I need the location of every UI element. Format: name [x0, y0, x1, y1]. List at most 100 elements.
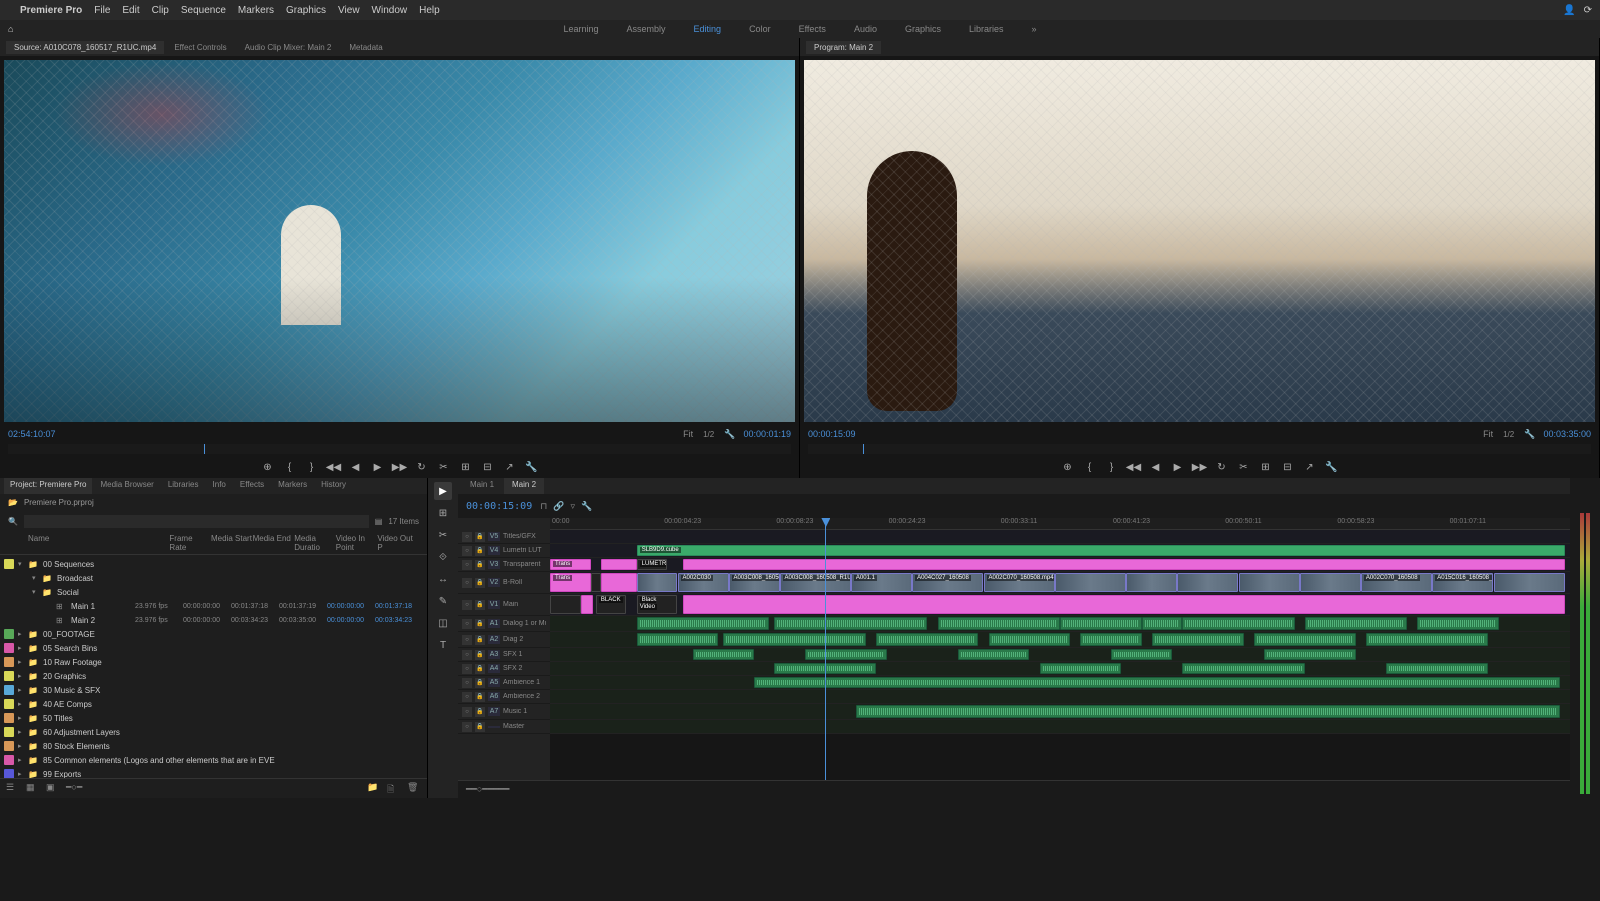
- mute-toggle[interactable]: ○: [462, 578, 472, 588]
- bin-row[interactable]: ⊞Main 223.976 fps00:00:00:0000:03:34:230…: [0, 613, 427, 627]
- tool-7[interactable]: T: [434, 636, 452, 654]
- clip[interactable]: A002C030: [678, 573, 729, 592]
- clip[interactable]: [1126, 573, 1177, 592]
- track-V1[interactable]: BLACKBlack Video: [550, 594, 1570, 616]
- track-header-A1[interactable]: ○🔒A1Dialog 1 or Music: [458, 616, 550, 632]
- track-A3[interactable]: [550, 648, 1570, 662]
- track-number[interactable]: V5: [488, 532, 500, 541]
- clip[interactable]: [550, 595, 581, 614]
- clip[interactable]: [1386, 663, 1488, 674]
- list-view-icon[interactable]: ☰: [6, 782, 20, 796]
- clip[interactable]: [637, 617, 770, 630]
- clip[interactable]: Trans: [550, 573, 591, 592]
- settings-icon[interactable]: 🔧: [1524, 429, 1535, 440]
- caret-icon[interactable]: ▸: [18, 714, 28, 722]
- clip[interactable]: [1080, 633, 1141, 646]
- caret-icon[interactable]: ▾: [18, 560, 28, 568]
- clip[interactable]: [683, 559, 1565, 570]
- track-number[interactable]: A5: [488, 678, 500, 687]
- lock-toggle[interactable]: 🔒: [475, 664, 485, 674]
- caret-icon[interactable]: ▸: [18, 756, 28, 764]
- track-A5[interactable]: [550, 676, 1570, 690]
- source-resolution[interactable]: 1/2: [703, 430, 714, 439]
- bin-row[interactable]: ▸📁10 Raw Footage: [0, 655, 427, 669]
- clip[interactable]: [637, 573, 678, 592]
- transport-btn-6[interactable]: ▶▶: [392, 459, 408, 475]
- workspace-libraries[interactable]: Libraries: [965, 22, 1008, 36]
- transport-btn-9[interactable]: ⊞: [1258, 459, 1274, 475]
- clip[interactable]: [693, 649, 754, 660]
- bin-row[interactable]: ▸📁40 AE Comps: [0, 697, 427, 711]
- caret-icon[interactable]: ▾: [32, 574, 42, 582]
- lock-toggle[interactable]: 🔒: [475, 650, 485, 660]
- clip[interactable]: [1494, 573, 1565, 592]
- caret-icon[interactable]: ▸: [18, 658, 28, 666]
- home-icon[interactable]: ⌂: [8, 24, 13, 34]
- clip[interactable]: BLACK: [596, 595, 627, 614]
- clip[interactable]: [591, 573, 601, 592]
- bin-row[interactable]: ▸📁50 Titles: [0, 711, 427, 725]
- timeline-timecode[interactable]: 00:00:15:09: [466, 501, 532, 512]
- project-tab-2[interactable]: Libraries: [162, 478, 205, 494]
- transport-btn-10[interactable]: ⊟: [1280, 459, 1296, 475]
- clip[interactable]: [637, 633, 719, 646]
- transport-btn-4[interactable]: ◀: [348, 459, 364, 475]
- track-header-A2[interactable]: ○🔒A2Diag 2: [458, 632, 550, 648]
- project-tab-6[interactable]: History: [315, 478, 352, 494]
- clip[interactable]: [938, 617, 1060, 630]
- clip[interactable]: [1182, 663, 1304, 674]
- transport-btn-6[interactable]: ▶▶: [1192, 459, 1208, 475]
- menu-clip[interactable]: Clip: [152, 5, 169, 16]
- transport-btn-12[interactable]: 🔧: [524, 459, 540, 475]
- program-viewer[interactable]: [804, 60, 1595, 422]
- app-name[interactable]: Premiere Pro: [20, 5, 82, 16]
- transport-btn-11[interactable]: ↗: [1302, 459, 1318, 475]
- program-scrub-bar[interactable]: [808, 444, 1591, 454]
- track-number[interactable]: V4: [488, 546, 500, 555]
- mute-toggle[interactable]: ○: [462, 664, 472, 674]
- transport-btn-0[interactable]: ⊕: [260, 459, 276, 475]
- mute-toggle[interactable]: ○: [462, 560, 472, 570]
- track-A6[interactable]: [550, 690, 1570, 704]
- clip[interactable]: [774, 617, 927, 630]
- transport-btn-2[interactable]: }: [1104, 459, 1120, 475]
- transport-btn-3[interactable]: ◀◀: [1126, 459, 1142, 475]
- clip[interactable]: [1182, 617, 1294, 630]
- settings-icon[interactable]: 🔧: [581, 501, 592, 512]
- clip[interactable]: A015C016_160508_R1UC.mp4: [1432, 573, 1493, 592]
- menu-graphics[interactable]: Graphics: [286, 5, 326, 16]
- caret-icon[interactable]: ▸: [18, 644, 28, 652]
- source-tc-dur[interactable]: 00:00:01:19: [743, 429, 791, 439]
- lock-toggle[interactable]: 🔒: [475, 619, 485, 629]
- track-header-[interactable]: ○🔒Master: [458, 720, 550, 734]
- track-number[interactable]: [488, 726, 500, 728]
- track-header-A4[interactable]: ○🔒A4SFX 2: [458, 662, 550, 676]
- bin-row[interactable]: ▾📁Broadcast: [0, 571, 427, 585]
- track-number[interactable]: A1: [488, 619, 500, 628]
- caret-icon[interactable]: ▸: [18, 770, 28, 778]
- transport-btn-7[interactable]: ↻: [414, 459, 430, 475]
- lock-toggle[interactable]: 🔒: [475, 546, 485, 556]
- program-tc-pos[interactable]: 00:00:15:09: [808, 429, 1473, 439]
- project-tab-0[interactable]: Project: Premiere Pro: [4, 478, 92, 494]
- zoom-slider[interactable]: ━○━: [66, 782, 80, 796]
- bin-row[interactable]: ▸📁60 Adjustment Layers: [0, 725, 427, 739]
- mute-toggle[interactable]: ○: [462, 600, 472, 610]
- clip[interactable]: LUMETRI: [637, 559, 668, 570]
- menu-view[interactable]: View: [338, 5, 360, 16]
- transport-btn-3[interactable]: ◀◀: [326, 459, 342, 475]
- trash-icon[interactable]: 🗑: [407, 782, 421, 796]
- clip[interactable]: [754, 677, 1560, 688]
- source-scrub-bar[interactable]: [8, 444, 791, 454]
- track-number[interactable]: V1: [488, 600, 500, 609]
- clip[interactable]: [601, 573, 637, 592]
- project-tab-1[interactable]: Media Browser: [94, 478, 159, 494]
- caret-icon[interactable]: ▸: [18, 700, 28, 708]
- lock-toggle[interactable]: 🔒: [475, 635, 485, 645]
- clip[interactable]: [1152, 633, 1244, 646]
- mute-toggle[interactable]: ○: [462, 707, 472, 717]
- workspace-effects[interactable]: Effects: [795, 22, 830, 36]
- track-header-A6[interactable]: ○🔒A6Ambience 2: [458, 690, 550, 704]
- tool-0[interactable]: ▶: [434, 482, 452, 500]
- clip[interactable]: [1177, 573, 1238, 592]
